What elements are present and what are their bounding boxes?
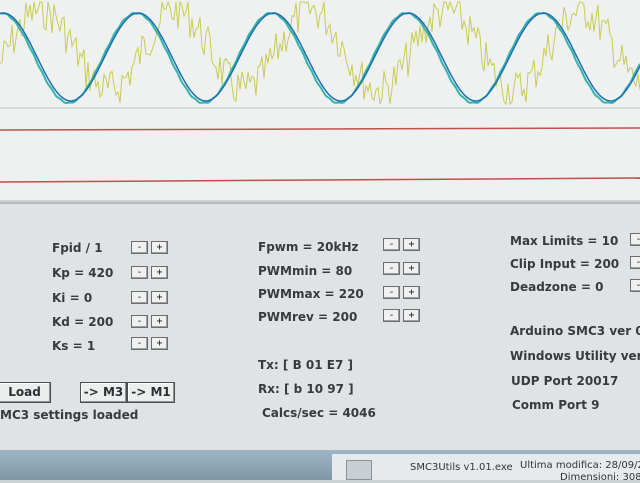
deadzone-stepper: - — [630, 279, 640, 292]
settings-panel: Fpid / 1 - + Kp = 420 - + Ki = 0 - + Kd … — [0, 202, 640, 452]
pwmmax-stepper: - + — [383, 286, 420, 299]
fpwm-plus-button[interactable]: + — [403, 238, 420, 251]
kd-stepper: - + — [131, 315, 168, 328]
pwmmax-label: PWMmax = 220 — [258, 287, 364, 301]
ks-minus-button[interactable]: - — [131, 337, 148, 350]
ks-label: Ks = 1 — [52, 339, 96, 353]
feedback-trace — [0, 0, 640, 106]
fpid-minus-button[interactable]: - — [131, 241, 148, 254]
pwmrev-minus-button[interactable]: - — [383, 309, 400, 322]
pwmmin-plus-button[interactable]: + — [403, 262, 420, 275]
pwmrev-stepper: - + — [383, 309, 420, 322]
kp-stepper: - + — [131, 266, 168, 279]
status-text: MC3 settings loaded — [0, 408, 139, 422]
limit-line-top — [0, 127, 640, 131]
waveform-plot — [0, 0, 640, 183]
pwmrev-label: PWMrev = 200 — [258, 310, 358, 324]
load-button[interactable]: Load — [0, 382, 51, 403]
exe-file-icon — [346, 460, 372, 480]
clip-input-stepper: - — [630, 256, 640, 269]
kd-minus-button[interactable]: - — [131, 315, 148, 328]
fpid-plus-button[interactable]: + — [151, 241, 168, 254]
pwmmax-plus-button[interactable]: + — [403, 286, 420, 299]
deadzone-minus-button[interactable]: - — [630, 279, 640, 292]
fpid-stepper: - + — [131, 241, 168, 254]
file-modified: Ultima modifica: 28/09/2 — [520, 460, 640, 471]
pwmrev-plus-button[interactable]: + — [403, 309, 420, 322]
ki-minus-button[interactable]: - — [131, 291, 148, 304]
kp-plus-button[interactable]: + — [151, 266, 168, 279]
limit-line-bottom — [0, 177, 640, 183]
max-limits-stepper: - — [630, 233, 640, 246]
kp-label: Kp = 420 — [52, 266, 114, 280]
clip-input-label: Clip Input = 200 — [510, 257, 620, 271]
fpwm-label: Fpwm = 20kHz — [258, 240, 359, 254]
ks-stepper: - + — [131, 337, 168, 350]
fpid-label: Fpid / 1 — [52, 241, 103, 255]
file-size: Dimensioni: 308 K — [560, 472, 640, 483]
ki-stepper: - + — [131, 291, 168, 304]
fpwm-minus-button[interactable]: - — [383, 238, 400, 251]
max-limits-minus-button[interactable]: - — [630, 233, 640, 246]
calcs-readout: Calcs/sec = 4046 — [262, 406, 376, 420]
kp-minus-button[interactable]: - — [131, 266, 148, 279]
kd-plus-button[interactable]: + — [151, 315, 168, 328]
fpwm-stepper: - + — [383, 238, 420, 251]
target-trace — [0, 11, 640, 105]
send-m3-button[interactable]: -> M3 — [80, 382, 127, 403]
ki-plus-button[interactable]: + — [151, 291, 168, 304]
max-limits-label: Max Limits = 10 — [510, 234, 619, 248]
taskbar: SMC3Utils v1.01.exe Ultima modifica: 28/… — [0, 450, 640, 483]
windows-version: Windows Utility ver 1. — [510, 349, 640, 363]
comm-port: Comm Port 9 — [512, 398, 600, 412]
ki-label: Ki = 0 — [52, 291, 93, 305]
clip-input-minus-button[interactable]: - — [630, 256, 640, 269]
deadzone-label: Deadzone = 0 — [510, 280, 604, 294]
rx-readout: Rx: [ b 10 97 ] — [258, 382, 354, 396]
pwmmin-minus-button[interactable]: - — [383, 262, 400, 275]
pwmmin-stepper: - + — [383, 262, 420, 275]
tx-readout: Tx: [ B 01 E7 ] — [258, 358, 353, 372]
pwmmax-minus-button[interactable]: - — [383, 286, 400, 299]
pwmmin-label: PWMmin = 80 — [258, 264, 353, 278]
file-name[interactable]: SMC3Utils v1.01.exe — [410, 462, 513, 473]
kd-label: Kd = 200 — [52, 315, 114, 329]
scope-display — [0, 0, 640, 200]
send-m1-button[interactable]: -> M1 — [127, 382, 175, 403]
udp-port: UDP Port 20017 — [511, 374, 619, 388]
ks-plus-button[interactable]: + — [151, 337, 168, 350]
arduino-version: Arduino SMC3 ver 0,70 — [510, 324, 640, 338]
